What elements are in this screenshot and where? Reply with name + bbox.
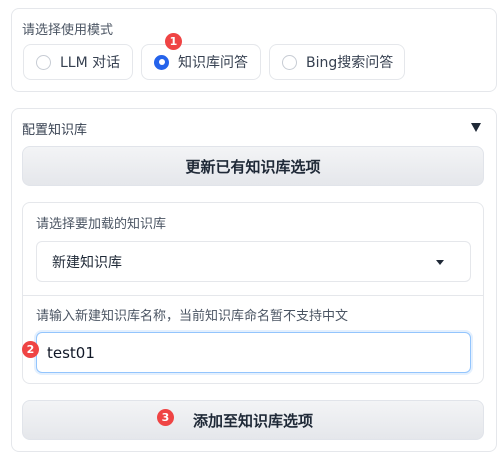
update-kb-options-button[interactable]: 更新已有知识库选项 bbox=[22, 146, 484, 186]
radio-checked-icon[interactable] bbox=[154, 54, 169, 70]
radio-option-label: LLM 对话 bbox=[60, 55, 121, 71]
new-kb-name-label: 请输入新建知识库名称，当前知识库命名暂不支持中文 bbox=[36, 309, 349, 324]
kb-select-dropdown[interactable]: 新建知识库 bbox=[36, 241, 471, 282]
annotation-marker-2: 2 bbox=[22, 341, 39, 358]
radio-option-knowledge-qa[interactable]: 知识库问答 bbox=[141, 44, 261, 80]
radio-option-bing[interactable]: Bing搜索问答 bbox=[269, 44, 405, 80]
annotation-marker-3: 3 bbox=[157, 409, 174, 426]
radio-option-label: Bing搜索问答 bbox=[306, 55, 394, 71]
radio-unchecked-icon[interactable] bbox=[36, 54, 51, 70]
radio-option-llm[interactable]: LLM 对话 bbox=[23, 44, 133, 80]
kb-config-header[interactable]: 配置知识库 bbox=[22, 119, 87, 138]
mode-label: 请选择使用模式 bbox=[22, 23, 114, 38]
new-kb-name-input[interactable] bbox=[36, 332, 471, 373]
kb-select-value: 新建知识库 bbox=[52, 254, 122, 271]
radio-unchecked-icon[interactable] bbox=[282, 54, 297, 70]
collapse-triangle-icon[interactable] bbox=[471, 123, 481, 132]
add-to-kb-options-button[interactable]: 添加至知识库选项 bbox=[22, 400, 484, 440]
form-divider bbox=[23, 295, 483, 296]
dropdown-caret-icon[interactable] bbox=[436, 260, 444, 265]
annotation-marker-1: 1 bbox=[165, 33, 182, 50]
select-kb-label: 请选择要加载的知识库 bbox=[36, 217, 167, 232]
radio-option-label: 知识库问答 bbox=[178, 55, 248, 71]
